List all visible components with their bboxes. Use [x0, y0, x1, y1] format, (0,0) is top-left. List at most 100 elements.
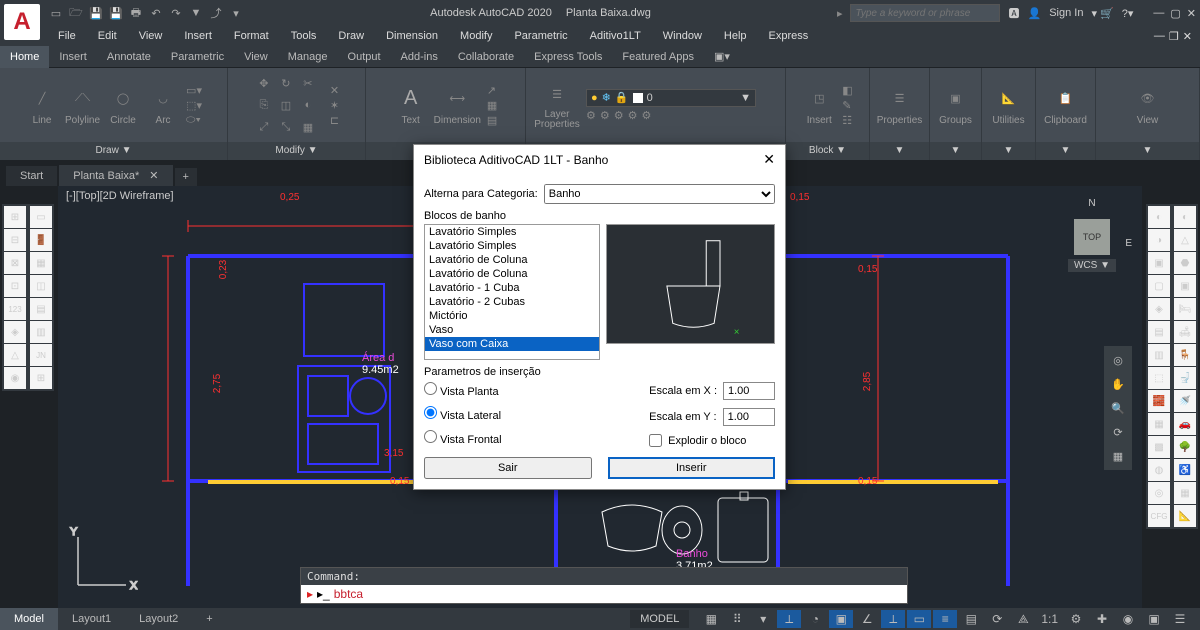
tab-output[interactable]: Output — [338, 46, 391, 68]
category-select[interactable]: Banho — [544, 184, 775, 204]
tool-icon[interactable]: ⊞ — [30, 367, 52, 389]
doc-tab-file[interactable]: Planta Baixa*✕ — [59, 165, 172, 186]
clean-icon[interactable]: ▣ — [1142, 610, 1166, 628]
list-item[interactable]: Lavatório Simples — [425, 239, 599, 253]
qat-saveas-icon[interactable]: 💾 — [108, 5, 124, 21]
ortho-icon[interactable]: ⟂ — [777, 610, 801, 628]
stretch-icon[interactable]: ⤢ — [254, 117, 274, 137]
close-icon[interactable]: ✕ — [1187, 7, 1196, 20]
qat-dropdown-icon[interactable]: ▾ — [228, 5, 244, 21]
status-model[interactable]: MODEL — [630, 610, 689, 628]
tool-icon[interactable]: 🌳 — [1174, 436, 1196, 458]
tool-icon[interactable]: ▦ — [30, 252, 52, 274]
layout-tab-layout2[interactable]: Layout2 — [125, 608, 192, 630]
erase-icon[interactable]: ✕ — [330, 84, 339, 97]
list-item[interactable]: Vaso — [425, 323, 599, 337]
layer-properties-button[interactable]: ☰Layer Properties — [534, 80, 580, 130]
edit-block-icon[interactable]: ✎ — [842, 99, 852, 112]
doc-tab-close-icon[interactable]: ✕ — [149, 169, 158, 182]
attr-icon[interactable]: ☷ — [842, 114, 852, 127]
tool-icon[interactable]: ◎ — [1148, 482, 1170, 504]
list-item[interactable]: Lavatório - 2 Cubas — [425, 295, 599, 309]
help-icon[interactable]: ?▾ — [1122, 7, 1134, 20]
list-item[interactable]: Lavatório Simples — [425, 225, 599, 239]
trans-icon[interactable]: ▤ — [959, 610, 983, 628]
tool-icon[interactable]: ⊞ — [4, 206, 26, 228]
tool-icon[interactable]: ⬚ — [1148, 367, 1170, 389]
qat-new-icon[interactable]: ▭ — [48, 5, 64, 21]
inserir-button[interactable]: Inserir — [608, 457, 776, 479]
tool-icon[interactable]: 123 — [4, 298, 26, 320]
tool-icon[interactable]: CFG — [1148, 505, 1170, 527]
qat-redo-icon[interactable]: ↷ — [168, 5, 184, 21]
annoscale-icon[interactable]: ⟁ — [1011, 610, 1035, 628]
tab-collaborate[interactable]: Collaborate — [448, 46, 524, 68]
dyn-icon[interactable]: ▭ — [907, 610, 931, 628]
tab-insert[interactable]: Insert — [49, 46, 97, 68]
tool-icon[interactable]: ▦ — [1148, 413, 1170, 435]
explodir-checkbox[interactable]: Explodir o bloco — [649, 434, 775, 447]
tool-icon[interactable]: 🚿 — [1174, 390, 1196, 412]
tool-icon[interactable]: ⬣ — [1174, 252, 1196, 274]
menu-file[interactable]: File — [58, 30, 76, 42]
menu-tools[interactable]: Tools — [291, 30, 317, 42]
groups-button[interactable]: ▣Groups — [939, 85, 973, 126]
circle-button[interactable]: ◯Circle — [106, 85, 140, 126]
list-item[interactable]: Lavatório de Coluna — [425, 253, 599, 267]
mdi-close-icon[interactable]: ✕ — [1183, 30, 1192, 43]
tool-icon[interactable]: ◫ — [30, 275, 52, 297]
track-icon[interactable]: ∠ — [855, 610, 879, 628]
menu-format[interactable]: Format — [234, 30, 269, 42]
tool-icon[interactable]: ▥ — [30, 321, 52, 343]
menu-dimension[interactable]: Dimension — [386, 30, 438, 42]
qat-share-icon[interactable]: ⤴ — [208, 5, 224, 21]
tab-view[interactable]: View — [234, 46, 278, 68]
tool-icon[interactable]: ⊟ — [4, 229, 26, 251]
block-listbox[interactable]: Lavatório Simples Lavatório Simples Lava… — [424, 224, 600, 360]
tool-icon[interactable]: ◑ — [1148, 229, 1170, 251]
tool-icon[interactable]: ◈ — [4, 321, 26, 343]
infer-icon[interactable]: ▾ — [751, 610, 775, 628]
osnap-icon[interactable]: ▣ — [829, 610, 853, 628]
tool-icon[interactable]: ▩ — [1148, 436, 1170, 458]
tab-extras-icon[interactable]: ▣▾ — [704, 46, 740, 68]
radio-frontal[interactable]: Vista Frontal — [424, 430, 502, 446]
tool-icon[interactable]: JN — [30, 344, 52, 366]
fillet-icon[interactable]: ◐ — [298, 95, 318, 115]
tool-icon[interactable]: ▣ — [1174, 275, 1196, 297]
mdi-restore-icon[interactable]: ❐ — [1169, 30, 1179, 43]
tool-icon[interactable]: ◐ — [1148, 206, 1170, 228]
table-icon[interactable]: ▦ — [487, 99, 497, 112]
rect-icon[interactable]: ▭▾ — [186, 84, 202, 97]
trim-icon[interactable]: ✂ — [298, 73, 318, 93]
polyline-button[interactable]: ⟋⟍Polyline — [65, 85, 100, 126]
tool-icon[interactable]: 🛋 — [1174, 321, 1196, 343]
showmotion-icon[interactable]: ▦ — [1108, 446, 1128, 466]
tab-addins[interactable]: Add-ins — [391, 46, 448, 68]
create-block-icon[interactable]: ◧ — [842, 84, 852, 97]
menu-help[interactable]: Help — [724, 30, 747, 42]
list-item[interactable]: Mictório — [425, 309, 599, 323]
iso-icon[interactable]: ✚ — [1090, 610, 1114, 628]
radio-lateral[interactable]: Vista Lateral — [424, 406, 502, 422]
escala-x-input[interactable] — [723, 382, 775, 400]
tool-icon[interactable]: ⊠ — [4, 252, 26, 274]
rotate-icon[interactable]: ↻ — [276, 73, 296, 93]
dimension-button[interactable]: ⟷Dimension — [434, 85, 481, 126]
utilities-button[interactable]: 📐Utilities — [992, 85, 1026, 126]
grid-icon[interactable]: ▦ — [699, 610, 723, 628]
tool-icon[interactable]: 🚪 — [30, 229, 52, 251]
otrack-icon[interactable]: ⟂ — [881, 610, 905, 628]
arc-button[interactable]: ◡Arc — [146, 85, 180, 126]
tool-icon[interactable]: ▣ — [1148, 252, 1170, 274]
line-button[interactable]: ╱Line — [25, 85, 59, 126]
layer-tool-icon[interactable]: ⚙ — [642, 109, 652, 122]
view-label[interactable]: [-][Top][2D Wireframe] — [66, 190, 174, 202]
app-logo[interactable]: A — [4, 4, 40, 40]
tool-icon[interactable]: 🚽 — [1174, 367, 1196, 389]
layer-tool-icon[interactable]: ⚙ — [600, 109, 610, 122]
copy-icon[interactable]: ⎘ — [254, 95, 274, 115]
lwt-icon[interactable]: ≡ — [933, 610, 957, 628]
search-input[interactable] — [850, 4, 1000, 22]
layer-tool-icon[interactable]: ⚙ — [586, 109, 596, 122]
